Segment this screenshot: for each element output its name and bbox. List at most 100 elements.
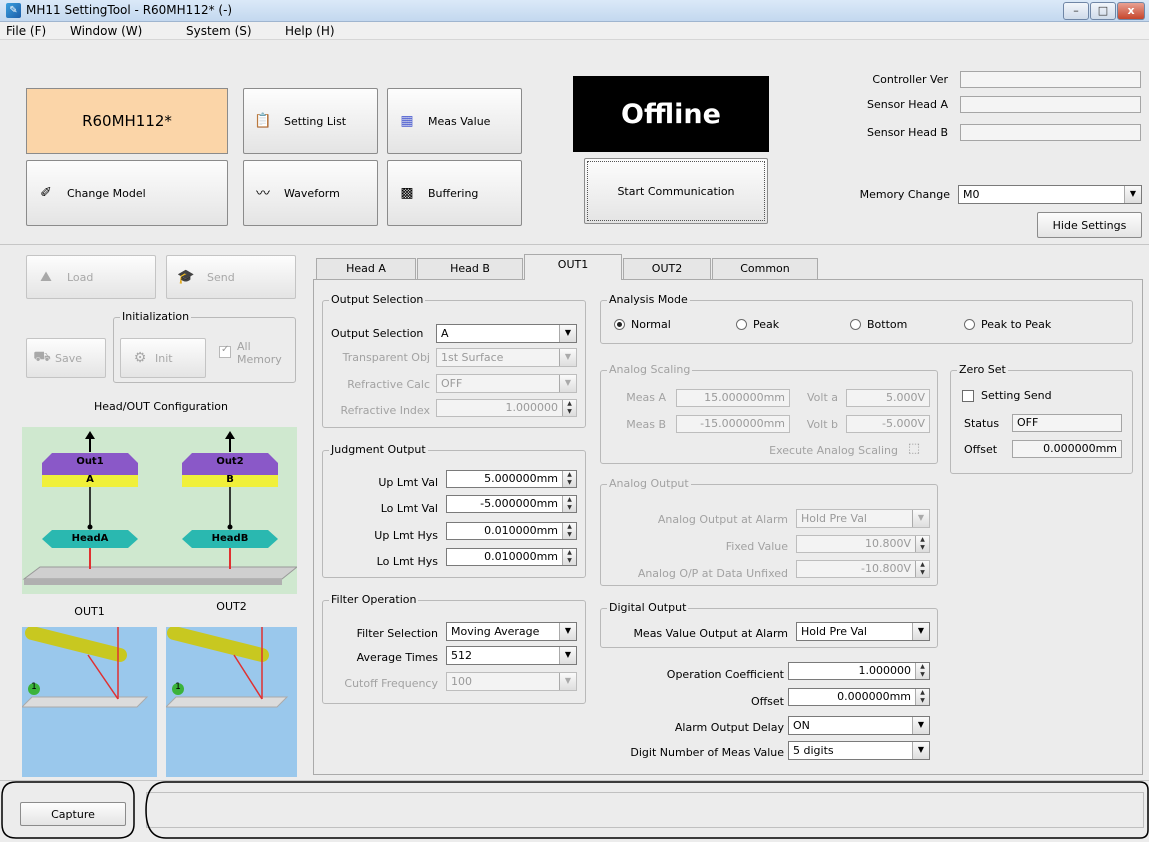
menu-window[interactable]: Window (W) xyxy=(70,24,142,38)
spin-arrows-icon[interactable]: ▲ ▼ xyxy=(915,561,929,577)
hide-settings-button[interactable]: Hide Settings xyxy=(1037,212,1142,238)
refractive-calc-label: Refractive Calc xyxy=(347,378,430,391)
analog-unfixed-label: Analog O/P at Data Unfixed xyxy=(637,567,788,580)
buffering-icon: ▩ xyxy=(400,185,414,201)
close-button[interactable]: x xyxy=(1117,2,1145,20)
lo-lmt-hys-spinner[interactable]: 0.010000mm ▲ ▼ xyxy=(446,548,577,566)
operation-coefficient-spinner[interactable]: 1.000000 ▲ ▼ xyxy=(788,662,930,680)
out2-arrowhead xyxy=(225,431,235,439)
spin-arrows-icon[interactable]: ▲ ▼ xyxy=(562,471,576,487)
zero-offset-field: 0.000000mm xyxy=(1012,440,1122,458)
transparent-obj-select[interactable]: 1st Surface ▼ xyxy=(436,348,577,367)
refractive-index-spinner[interactable]: 1.000000 ▲ ▼ xyxy=(436,399,577,417)
radio-peak[interactable]: Peak xyxy=(736,318,779,331)
filter-operation-title: Filter Operation xyxy=(329,593,419,606)
minimize-button[interactable]: – xyxy=(1063,2,1089,20)
execute-scaling-icon[interactable]: ⬚ xyxy=(904,441,924,459)
menu-file[interactable]: File (F) xyxy=(6,24,46,38)
radio-normal[interactable]: Normal xyxy=(614,318,671,331)
hide-settings-label: Hide Settings xyxy=(1052,218,1127,232)
refractive-calc-select[interactable]: OFF ▼ xyxy=(436,374,577,393)
meas-value-button[interactable]: ▦ Meas Value xyxy=(387,88,522,154)
meas-b-field[interactable]: -15.000000mm xyxy=(676,415,790,433)
digit-number-select[interactable]: 5 digits ▼ xyxy=(788,741,930,760)
zero-offset-label: Offset xyxy=(964,443,998,456)
average-times-select[interactable]: 512 ▼ xyxy=(446,646,577,665)
filter-selection-select[interactable]: Moving Average ▼ xyxy=(446,622,577,641)
analog-scaling-title: Analog Scaling xyxy=(607,363,693,376)
meas-value-alarm-value: Hold Pre Val xyxy=(801,625,867,638)
window-title: MH11 SettingTool - R60MH112* (-) xyxy=(26,3,233,17)
spin-arrows-icon[interactable]: ▲ ▼ xyxy=(915,663,929,679)
radio-dot xyxy=(736,319,747,330)
tab-common[interactable]: Common xyxy=(712,258,818,279)
tab-out1[interactable]: OUT1 xyxy=(524,254,622,280)
chevron-down-icon: ▼ xyxy=(912,623,929,640)
tab-out2[interactable]: OUT2 xyxy=(623,258,711,279)
meas-value-label: Meas Value xyxy=(428,114,491,128)
meas-a-field[interactable]: 15.000000mm xyxy=(676,389,790,407)
spin-arrows-icon[interactable]: ▲ ▼ xyxy=(562,496,576,512)
out2-view: 1 xyxy=(164,626,297,777)
waveform-button[interactable]: 〰 Waveform xyxy=(243,160,378,226)
setting-send-checkbox[interactable] xyxy=(962,390,974,402)
connection-status: Offline xyxy=(573,76,769,152)
output-selection-select[interactable]: A ▼ xyxy=(436,324,577,343)
offset-label: Offset xyxy=(750,695,784,708)
change-model-button[interactable]: ✐ Change Model xyxy=(26,160,228,226)
chevron-down-icon: ▼ xyxy=(559,325,576,342)
tab-head-b[interactable]: Head B xyxy=(417,258,523,279)
spin-arrows-icon[interactable]: ▲ ▼ xyxy=(915,689,929,705)
refractive-calc-value: OFF xyxy=(441,377,463,390)
radio-peak-to-peak[interactable]: Peak to Peak xyxy=(964,318,1051,331)
chevron-down-icon: ▼ xyxy=(912,717,929,734)
setting-list-button[interactable]: 📋 Setting List xyxy=(243,88,378,154)
analog-output-title: Analog Output xyxy=(607,477,691,490)
chevron-down-icon: ▼ xyxy=(559,647,576,664)
sensor-head-b-label: Sensor Head B xyxy=(866,126,948,139)
menu-help[interactable]: Help (H) xyxy=(285,24,335,38)
menu-system[interactable]: System (S) xyxy=(186,24,252,38)
radio-bottom[interactable]: Bottom xyxy=(850,318,907,331)
volt-a-field[interactable]: 5.000V xyxy=(846,389,930,407)
radio-bottom-label: Bottom xyxy=(867,318,908,331)
save-button[interactable]: ⛟ Save xyxy=(26,338,106,378)
init-label: Init xyxy=(155,351,173,365)
buffering-button[interactable]: ▩ Buffering xyxy=(387,160,522,226)
send-button[interactable]: 🎓 Send xyxy=(166,255,296,299)
chevron-down-icon: ▼ xyxy=(559,349,576,366)
alarm-output-delay-label: Alarm Output Delay xyxy=(674,721,784,734)
digit-number-label: Digit Number of Meas Value xyxy=(630,746,784,759)
load-label: Load xyxy=(67,270,94,284)
init-button[interactable]: ⚙ Init xyxy=(120,338,206,378)
spin-arrows-icon[interactable]: ▲ ▼ xyxy=(915,536,929,552)
tab-head-a[interactable]: Head A xyxy=(316,258,416,279)
up-lmt-hys-spinner[interactable]: 0.010000mm ▲ ▼ xyxy=(446,522,577,540)
alarm-output-delay-select[interactable]: ON ▼ xyxy=(788,716,930,735)
all-memory-line2: Memory xyxy=(237,353,282,366)
spin-arrows-icon[interactable]: ▲ ▼ xyxy=(562,523,576,539)
fixed-value-spinner[interactable]: 10.800V ▲ ▼ xyxy=(796,535,930,553)
start-communication-button[interactable]: Start Communication xyxy=(584,158,768,224)
up-lmt-val-spinner[interactable]: 5.000000mm ▲ ▼ xyxy=(446,470,577,488)
analog-output-alarm-select[interactable]: Hold Pre Val ▼ xyxy=(796,509,930,528)
maximize-button[interactable]: □ xyxy=(1090,2,1116,20)
spin-arrows-icon[interactable]: ▲ ▼ xyxy=(562,549,576,565)
out2-surface xyxy=(164,696,289,708)
offset-spinner[interactable]: 0.000000mm ▲ ▼ xyxy=(788,688,930,706)
out2-block-label: Out2 xyxy=(216,456,244,467)
all-memory-checkbox[interactable]: ✓ xyxy=(219,344,231,358)
memory-change-select[interactable]: M0 ▼ xyxy=(958,185,1142,204)
lo-lmt-val-spinner[interactable]: -5.000000mm ▲ ▼ xyxy=(446,495,577,513)
spin-arrows-icon[interactable]: ▲ ▼ xyxy=(562,400,576,416)
waveform-icon: 〰 xyxy=(256,186,270,202)
meas-value-alarm-select[interactable]: Hold Pre Val ▼ xyxy=(796,622,930,641)
volt-b-field[interactable]: -5.000V xyxy=(846,415,930,433)
sensor-head-b-field xyxy=(960,124,1141,141)
analog-output-alarm-label: Analog Output at Alarm xyxy=(657,513,788,526)
save-label: Save xyxy=(55,351,83,365)
cutoff-frequency-select[interactable]: 100 ▼ xyxy=(446,672,577,691)
alarm-output-delay-value: ON xyxy=(793,719,810,732)
load-button[interactable]: ⛰ Load xyxy=(26,255,156,299)
analog-unfixed-spinner[interactable]: -10.800V ▲ ▼ xyxy=(796,560,930,578)
